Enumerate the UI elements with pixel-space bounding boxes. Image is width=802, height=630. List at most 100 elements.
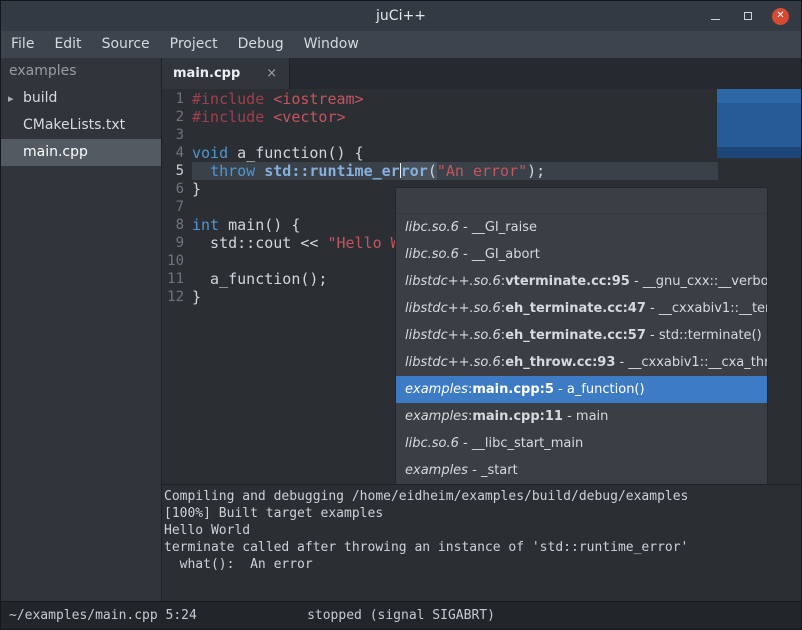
backtrace-file: main.cpp:5	[472, 382, 554, 397]
project-name: examples	[1, 58, 161, 85]
code-text: #include <vector>	[192, 108, 346, 126]
line-number: 12	[162, 288, 192, 306]
menu-item-debug[interactable]: Debug	[228, 31, 294, 58]
line-number: 1	[162, 90, 192, 108]
code-segment: a_function();	[192, 270, 327, 288]
backtrace-separator: -	[630, 274, 643, 289]
backtrace-popup: libc.so.6 - __GI_raiselibc.so.6 - __GI_a…	[395, 187, 768, 484]
file-tree: ▸build CMakeLists.txt main.cpp	[1, 85, 161, 166]
backtrace-list: libc.so.6 - __GI_raiselibc.so.6 - __GI_a…	[396, 214, 767, 484]
backtrace-item[interactable]: examples - _start	[396, 457, 767, 484]
minimize-button[interactable]	[706, 7, 724, 25]
backtrace-module: libc.so.6	[405, 220, 459, 235]
tree-item-cmakelists-txt[interactable]: CMakeLists.txt	[1, 112, 161, 139]
tree-item-label: CMakeLists.txt	[23, 117, 125, 133]
backtrace-function: a_function()	[567, 382, 645, 397]
line-number: 8	[162, 216, 192, 234]
backtrace-item[interactable]: libstdc++.so.6:eh_throw.cc:93 - __cxxabi…	[396, 349, 767, 376]
backtrace-module: libstdc++.so.6	[405, 301, 501, 316]
backtrace-separator: -	[459, 220, 472, 235]
menu-item-edit[interactable]: Edit	[44, 31, 91, 58]
title-bar: juCi++ ✕	[1, 1, 801, 31]
minimize-icon	[711, 19, 720, 20]
backtrace-separator: -	[468, 463, 481, 478]
backtrace-module: libc.so.6	[405, 436, 459, 451]
juci-window: juCi++ ✕ FileEditSourceProjectDebugWindo…	[0, 0, 802, 630]
menu-item-project[interactable]: Project	[160, 31, 228, 58]
backtrace-file: eh_terminate.cc:57	[505, 328, 646, 343]
backtrace-separator: -	[646, 301, 659, 316]
terminal-line: what(): An error	[164, 556, 801, 573]
code-line: 1#include <iostream>	[162, 90, 801, 108]
code-text: int main() {	[192, 216, 300, 234]
menu-item-window[interactable]: Window	[294, 31, 369, 58]
backtrace-item[interactable]: examples:main.cpp:11 - main	[396, 403, 767, 430]
line-number: 2	[162, 108, 192, 126]
tab-close-icon[interactable]: ×	[266, 66, 277, 81]
code-text: a_function();	[192, 270, 327, 288]
tree-item-main-cpp[interactable]: main.cpp	[1, 139, 161, 166]
backtrace-function: _start	[481, 463, 518, 478]
backtrace-item[interactable]: libstdc++.so.6:eh_terminate.cc:57 - std:…	[396, 322, 767, 349]
blue-overlay-top	[717, 89, 801, 103]
code-segment: "Hello W	[327, 234, 399, 252]
code-segment	[255, 162, 264, 180]
backtrace-function: __libc_start_main	[472, 436, 583, 451]
backtrace-function: __cxxabiv1::__term	[659, 301, 767, 316]
terminal-line: [100%] Built target examples	[164, 505, 801, 522]
backtrace-item[interactable]: libc.so.6 - __GI_raise	[396, 214, 767, 241]
backtrace-module: examples	[405, 382, 468, 397]
backtrace-file: eh_throw.cc:93	[505, 355, 615, 370]
backtrace-separator: -	[459, 436, 472, 451]
code-segment	[192, 162, 210, 180]
backtrace-item[interactable]: libstdc++.so.6:eh_terminate.cc:47 - __cx…	[396, 295, 767, 322]
terminal-line: terminate called after throwing an insta…	[164, 539, 801, 556]
backtrace-item[interactable]: libc.so.6 - __GI_abort	[396, 241, 767, 268]
backtrace-module: examples	[405, 463, 468, 478]
blue-overlay-panel	[717, 89, 801, 158]
backtrace-item[interactable]: examples:main.cpp:5 - a_function()	[396, 376, 767, 403]
popup-search-row[interactable]	[396, 188, 767, 214]
status-file-position: ~/examples/main.cpp 5:24	[1, 608, 197, 623]
tree-item-build[interactable]: ▸build	[1, 85, 161, 112]
code-text: throw std::runtime_error("An error");	[192, 162, 718, 180]
backtrace-file: vterminate.cc:95	[505, 274, 630, 289]
code-segment: );	[527, 162, 545, 180]
close-icon: ✕	[776, 11, 784, 21]
code-segment: "An error"	[437, 162, 527, 180]
backtrace-item[interactable]: libc.so.6 - __libc_start_main	[396, 430, 767, 457]
menu-item-source[interactable]: Source	[92, 31, 160, 58]
restore-icon	[744, 12, 752, 20]
menu-item-file[interactable]: File	[1, 31, 44, 58]
content-area: examples ▸build CMakeLists.txt main.cpp ma…	[1, 58, 801, 601]
backtrace-module: libc.so.6	[405, 247, 459, 262]
code-editor[interactable]: 1#include <iostream>2#include <vector>34…	[162, 89, 801, 484]
code-segment	[264, 90, 273, 108]
output-terminal[interactable]: Compiling and debugging /home/eidheim/ex…	[162, 484, 801, 601]
code-segment: }	[192, 288, 201, 306]
file-tree-panel: examples ▸build CMakeLists.txt main.cpp	[1, 58, 162, 601]
backtrace-separator: -	[646, 328, 659, 343]
blue-overlay-bottom	[717, 147, 801, 158]
chevron-right-icon[interactable]: ▸	[8, 85, 14, 112]
close-button[interactable]: ✕	[772, 8, 789, 25]
code-segment: ror	[401, 162, 428, 180]
code-segment: <iostream>	[273, 90, 363, 108]
backtrace-function: __cxxabiv1::__cxa_thro	[628, 355, 767, 370]
code-segment: throw	[210, 162, 255, 180]
code-line: 5 throw std::runtime_error("An error");	[162, 162, 801, 180]
backtrace-function: __GI_raise	[472, 220, 537, 235]
code-line: 3	[162, 126, 801, 144]
code-text: }	[192, 180, 201, 198]
code-segment: main() {	[219, 216, 300, 234]
backtrace-separator: -	[563, 409, 576, 424]
backtrace-file: main.cpp:11	[472, 409, 563, 424]
code-text: std::cout << "Hello W	[192, 234, 400, 252]
tab-main-cpp[interactable]: main.cpp ×	[162, 58, 290, 89]
backtrace-separator: -	[615, 355, 628, 370]
backtrace-item[interactable]: libstdc++.so.6:vterminate.cc:95 - __gnu_…	[396, 268, 767, 295]
restore-button[interactable]	[739, 7, 757, 25]
code-text: #include <iostream>	[192, 90, 364, 108]
line-number: 3	[162, 126, 192, 144]
code-segment: std::runtime_er	[264, 162, 399, 180]
